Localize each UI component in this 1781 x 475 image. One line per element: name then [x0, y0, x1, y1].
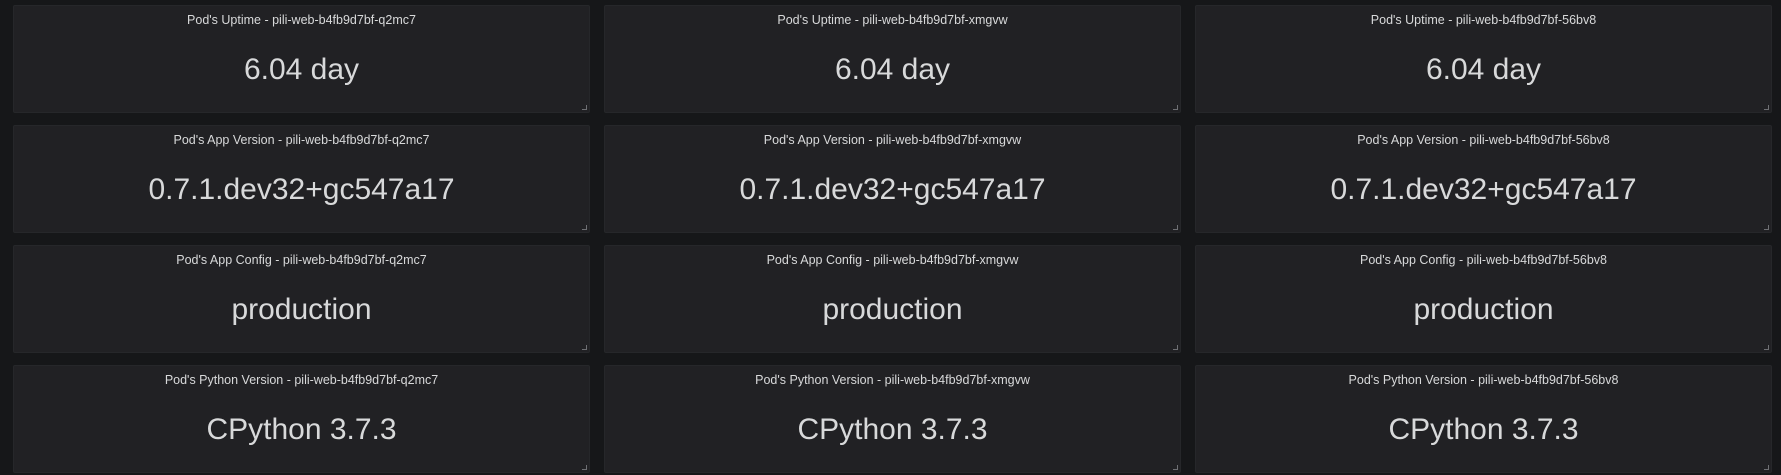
dashboard-grid: Pod's Uptime - pili-web-b4fb9d7bf-q2mc7 … [0, 0, 1781, 475]
panel-stat-value: production [231, 293, 372, 326]
resize-handle-icon[interactable] [582, 465, 587, 470]
resize-handle-icon[interactable] [1173, 345, 1178, 350]
panel-app-config-q2mc7[interactable]: Pod's App Config - pili-web-b4fb9d7bf-q2… [13, 245, 590, 353]
panel-title[interactable]: Pod's Python Version - pili-web-b4fb9d7b… [1196, 372, 1771, 388]
panel-stat-value: 6.04 day [1425, 53, 1542, 86]
panel-stat-value: CPython 3.7.3 [1388, 413, 1579, 446]
resize-handle-icon[interactable] [1173, 105, 1178, 110]
resize-handle-icon[interactable] [582, 105, 587, 110]
panel-python-version-xmgvw[interactable]: Pod's Python Version - pili-web-b4fb9d7b… [604, 365, 1181, 473]
panel-stat-value: CPython 3.7.3 [206, 413, 397, 446]
panel-stat-value: 0.7.1.dev32+gc547a17 [148, 173, 455, 206]
panel-python-version-56bv8[interactable]: Pod's Python Version - pili-web-b4fb9d7b… [1195, 365, 1772, 473]
panel-title[interactable]: Pod's Python Version - pili-web-b4fb9d7b… [605, 372, 1180, 388]
resize-handle-icon[interactable] [1764, 225, 1769, 230]
resize-handle-icon[interactable] [582, 345, 587, 350]
panel-app-config-xmgvw[interactable]: Pod's App Config - pili-web-b4fb9d7bf-xm… [604, 245, 1181, 353]
panel-app-config-56bv8[interactable]: Pod's App Config - pili-web-b4fb9d7bf-56… [1195, 245, 1772, 353]
panel-title[interactable]: Pod's App Config - pili-web-b4fb9d7bf-q2… [14, 252, 589, 268]
panel-app-version-q2mc7[interactable]: Pod's App Version - pili-web-b4fb9d7bf-q… [13, 125, 590, 233]
panel-title[interactable]: Pod's Uptime - pili-web-b4fb9d7bf-56bv8 [1196, 12, 1771, 28]
panel-title[interactable]: Pod's App Version - pili-web-b4fb9d7bf-q… [14, 132, 589, 148]
panel-stat-value: 0.7.1.dev32+gc547a17 [739, 173, 1046, 206]
panel-uptime-q2mc7[interactable]: Pod's Uptime - pili-web-b4fb9d7bf-q2mc7 … [13, 5, 590, 113]
panel-title[interactable]: Pod's App Config - pili-web-b4fb9d7bf-56… [1196, 252, 1771, 268]
panel-title[interactable]: Pod's App Config - pili-web-b4fb9d7bf-xm… [605, 252, 1180, 268]
panel-stat-value: production [1413, 293, 1554, 326]
resize-handle-icon[interactable] [1173, 225, 1178, 230]
panel-stat-value: 0.7.1.dev32+gc547a17 [1330, 173, 1637, 206]
panel-python-version-q2mc7[interactable]: Pod's Python Version - pili-web-b4fb9d7b… [13, 365, 590, 473]
panel-stat-value: production [822, 293, 963, 326]
panel-stat-value: CPython 3.7.3 [797, 413, 988, 446]
panel-app-version-xmgvw[interactable]: Pod's App Version - pili-web-b4fb9d7bf-x… [604, 125, 1181, 233]
panel-title[interactable]: Pod's App Version - pili-web-b4fb9d7bf-x… [605, 132, 1180, 148]
panel-uptime-xmgvw[interactable]: Pod's Uptime - pili-web-b4fb9d7bf-xmgvw … [604, 5, 1181, 113]
panel-title[interactable]: Pod's Python Version - pili-web-b4fb9d7b… [14, 372, 589, 388]
resize-handle-icon[interactable] [582, 225, 587, 230]
panel-title[interactable]: Pod's Uptime - pili-web-b4fb9d7bf-xmgvw [605, 12, 1180, 28]
resize-handle-icon[interactable] [1764, 465, 1769, 470]
resize-handle-icon[interactable] [1173, 465, 1178, 470]
resize-handle-icon[interactable] [1764, 105, 1769, 110]
panel-stat-value: 6.04 day [243, 53, 360, 86]
panel-app-version-56bv8[interactable]: Pod's App Version - pili-web-b4fb9d7bf-5… [1195, 125, 1772, 233]
panel-stat-value: 6.04 day [834, 53, 951, 86]
panel-uptime-56bv8[interactable]: Pod's Uptime - pili-web-b4fb9d7bf-56bv8 … [1195, 5, 1772, 113]
panel-title[interactable]: Pod's App Version - pili-web-b4fb9d7bf-5… [1196, 132, 1771, 148]
resize-handle-icon[interactable] [1764, 345, 1769, 350]
panel-title[interactable]: Pod's Uptime - pili-web-b4fb9d7bf-q2mc7 [14, 12, 589, 28]
